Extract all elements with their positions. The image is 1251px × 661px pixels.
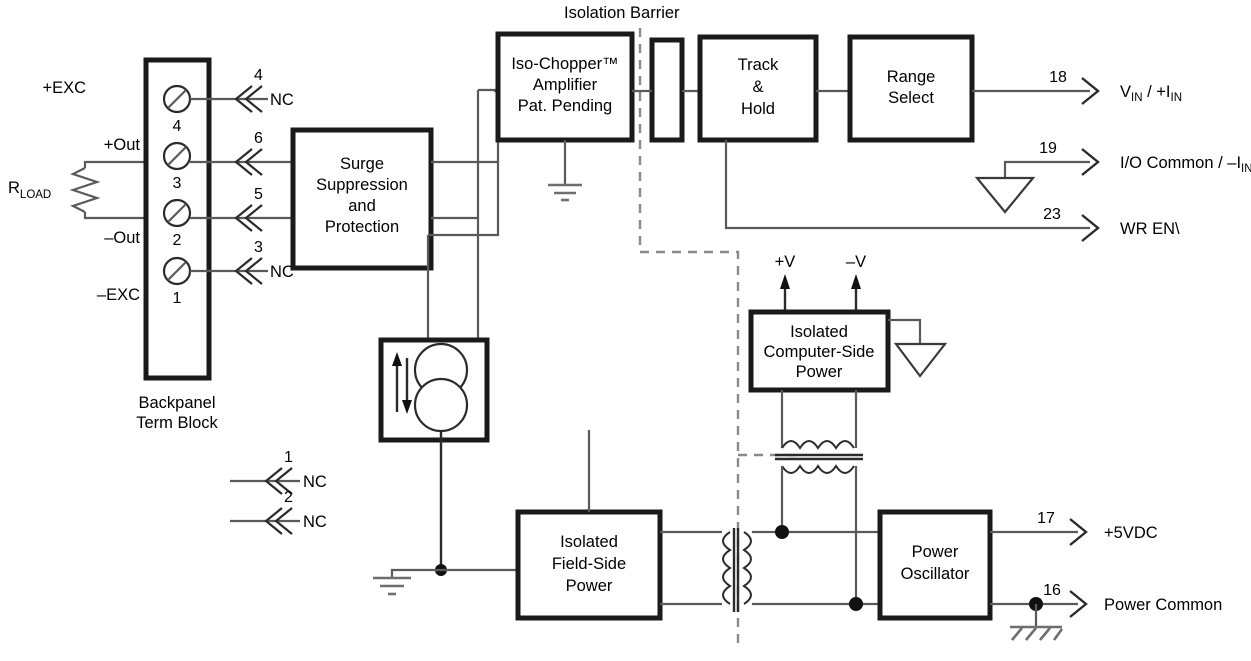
- surge-block-line-3: and: [348, 197, 376, 215]
- output-label: +5VDC: [1104, 524, 1158, 542]
- computer-side-line-1: Isolated: [790, 323, 848, 341]
- surge-block-line-2: Suppression: [316, 176, 408, 194]
- wire-surge-to-amp-top: [431, 89, 500, 164]
- iso-chopper-line-2: Amplifier: [533, 76, 598, 94]
- junction-dot-lower: [849, 597, 863, 611]
- output-pin-17: 17 +5VDC: [990, 510, 1158, 546]
- output-label: WR EN\: [1120, 220, 1180, 238]
- computer-side-transformer: [775, 390, 863, 604]
- output-label: I/O Common / –IIN: [1120, 154, 1251, 175]
- surge-block-line-4: Protection: [325, 218, 399, 236]
- pin-number: 6: [254, 130, 263, 147]
- isolation-coupler-element: [378, 337, 490, 443]
- junction-dot-upper: [775, 525, 789, 539]
- range-select-line-2: Select: [888, 89, 934, 107]
- computer-side-common-icon: [888, 318, 948, 378]
- surge-block-line-1: Surge: [340, 155, 384, 173]
- iso-chopper-line-1: Iso-Chopper™: [511, 55, 618, 73]
- field-side-line-3: Power: [566, 577, 613, 595]
- amplifier-ground-icon: [548, 140, 582, 202]
- computer-side-line-3: Power: [796, 363, 843, 381]
- pin-label: NC: [270, 263, 294, 281]
- track-hold-line-3: Hold: [741, 100, 775, 118]
- pin-number: 2: [284, 489, 293, 506]
- rail-negative-label: –V: [846, 253, 866, 271]
- pin-number: 16: [1043, 582, 1061, 599]
- extra-pin-2: 2 NC: [230, 489, 327, 535]
- field-side-line-2: Field-Side: [552, 555, 626, 573]
- pin-number: 5: [254, 186, 263, 203]
- power-oscillator-line-2: Oscillator: [901, 565, 970, 583]
- barrier-coupler-block: [649, 37, 685, 143]
- pin-number: 17: [1037, 510, 1055, 527]
- wire-track-hold-to-wr-en: [724, 140, 1090, 230]
- computer-side-line-2: Computer-Side: [764, 343, 875, 361]
- svg-text:4: 4: [173, 118, 182, 135]
- field-side-line-1: Isolated: [560, 533, 618, 551]
- rail-negative: –V: [846, 253, 866, 312]
- output-pin-18: 18 VIN / +IIN: [972, 69, 1182, 105]
- range-select-line-1: Range: [887, 68, 936, 86]
- isolation-barrier-label: Isolation Barrier: [564, 4, 680, 22]
- output-label: Power Common: [1104, 596, 1222, 614]
- svg-text:3: 3: [173, 175, 182, 192]
- track-hold-line-2: &: [752, 78, 763, 96]
- terminal-signal-label: –EXC: [97, 286, 140, 304]
- terminal-signal-label: –Out: [104, 229, 140, 247]
- iso-chopper-line-3: Pat. Pending: [518, 97, 613, 115]
- pin-label: NC: [270, 91, 294, 109]
- field-side-transformer: [660, 528, 880, 612]
- power-oscillator-line-1: Power: [912, 543, 959, 561]
- load-resistor-label: RLOAD: [8, 179, 51, 201]
- track-hold-line-1: Track: [738, 56, 779, 74]
- svg-text:1: 1: [173, 290, 182, 307]
- rail-positive-label: +V: [775, 253, 796, 271]
- terminal-signal-label: +EXC: [42, 79, 86, 97]
- field-ground-icon: [373, 568, 441, 596]
- load-resistor: [69, 160, 146, 220]
- rail-positive: +V: [775, 253, 796, 312]
- pin-number: 3: [254, 239, 263, 256]
- term-block-caption-2: Term Block: [136, 414, 218, 432]
- output-pin-23: 23 WR EN\: [1043, 206, 1180, 242]
- term-block-caption-1: Backpanel: [138, 394, 215, 412]
- pin-number: 1: [284, 449, 293, 466]
- pin-number: 4: [254, 67, 263, 84]
- pin-number: 19: [1039, 140, 1057, 157]
- svg-text:2: 2: [173, 232, 182, 249]
- terminal-signal-label: +Out: [104, 136, 141, 154]
- output-pin-19: 19 I/O Common / –IIN: [974, 140, 1251, 214]
- pin-label: NC: [303, 513, 327, 531]
- pin-number: 23: [1043, 206, 1061, 223]
- extra-pin-1: 1 NC: [230, 449, 327, 495]
- pin-number: 18: [1049, 69, 1067, 86]
- pin-label: NC: [303, 473, 327, 491]
- block-diagram: Isolation Barrier RLOAD 4 +EXC 4 NC 3 +O…: [8, 4, 1251, 648]
- wire-amp-feedback: [428, 162, 500, 237]
- wire-surge-to-amp-mid: [431, 162, 480, 220]
- output-pin-16: 16 Power Common: [990, 582, 1222, 641]
- output-label: VIN / +IIN: [1120, 83, 1182, 104]
